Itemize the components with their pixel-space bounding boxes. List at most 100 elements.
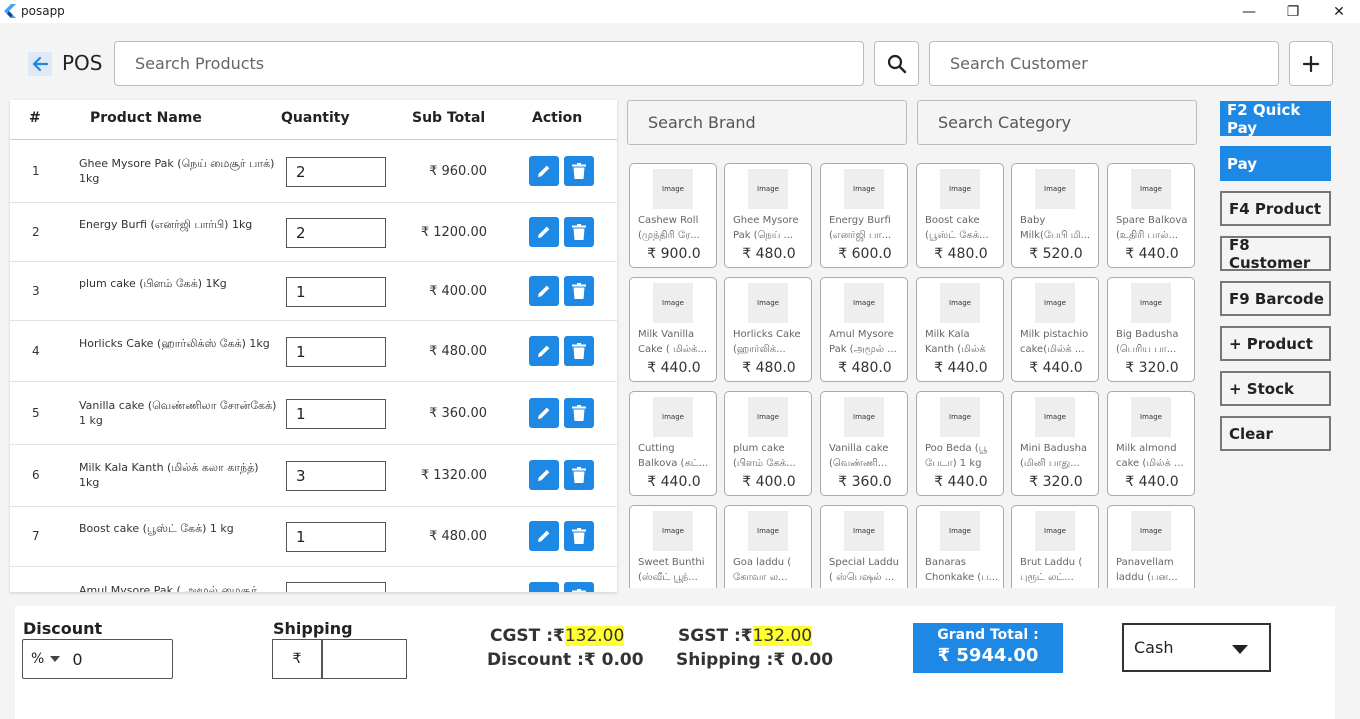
product-image-label: Image bbox=[1140, 413, 1162, 421]
product-card-name: Poo Beda (பூ பேடா) 1 kg bbox=[925, 443, 988, 469]
edit-button[interactable] bbox=[529, 460, 559, 490]
customer-search-input[interactable]: Search Customer bbox=[929, 41, 1279, 86]
product-card-name: Brut Laddu ( புரூட் லட்... bbox=[1020, 557, 1083, 583]
pay-button[interactable]: Pay bbox=[1220, 146, 1331, 181]
product-card[interactable]: Image Brut Laddu ( புரூட் லட்... bbox=[1011, 505, 1099, 588]
product-card[interactable]: Image Panavellam laddu (பன... bbox=[1107, 505, 1195, 588]
quantity-input[interactable]: 1 bbox=[286, 522, 386, 552]
product-card[interactable]: Image Baby Milk(பேபி மி... ₹ 520.0 bbox=[1011, 163, 1099, 268]
product-card-name: Spare Balkova (உதிரி பால்... bbox=[1116, 215, 1188, 241]
product-card-price: ₹ 440.0 bbox=[934, 474, 988, 490]
customer-button[interactable]: F8 Customer bbox=[1220, 236, 1331, 272]
minimize-button[interactable]: — bbox=[1226, 0, 1272, 23]
product-card-name: Horlicks Cake (ஹார்லிக்... bbox=[733, 329, 801, 355]
product-card[interactable]: Image Amul Mysore Pak (அமூல் ... ₹ 480.0 bbox=[820, 277, 908, 382]
product-image-label: Image bbox=[662, 299, 684, 307]
product-card[interactable]: Image Energy Burfi (எனர்ஜி பா... ₹ 600.0 bbox=[820, 163, 908, 268]
grand-total-label: Grand Total : bbox=[937, 627, 1039, 643]
delete-button[interactable] bbox=[564, 216, 594, 247]
product-image: Image bbox=[1035, 511, 1075, 551]
edit-button[interactable] bbox=[529, 216, 559, 247]
delete-button[interactable] bbox=[564, 521, 594, 551]
barcode-button[interactable]: F9 Barcode bbox=[1220, 281, 1331, 316]
product-image: Image bbox=[748, 169, 788, 209]
category-search-input[interactable]: Search Category bbox=[917, 100, 1197, 145]
edit-button[interactable] bbox=[529, 156, 559, 186]
pencil-icon bbox=[538, 407, 550, 419]
product-card[interactable]: Image Cashew Roll (முந்திரி ரே... ₹ 900.0 bbox=[629, 163, 717, 268]
product-card[interactable]: Image Sweet Bunthi (ஸ்வீட் பூந்... bbox=[629, 505, 717, 588]
delete-button[interactable] bbox=[564, 275, 594, 306]
product-image-label: Image bbox=[1044, 413, 1066, 421]
row-product-name: Milk Kala Kanth (மில்க் கலா காந்த்) 1kg bbox=[79, 461, 259, 489]
product-card[interactable]: Image Vanilla cake (வெண்ணி... ₹ 360.0 bbox=[820, 391, 908, 496]
product-card[interactable]: Image Milk Vanilla Cake ( மில்க்... ₹ 440.… bbox=[629, 277, 717, 382]
product-image: Image bbox=[940, 283, 980, 323]
quantity-input[interactable]: 1 bbox=[286, 337, 386, 367]
trash-icon bbox=[572, 589, 586, 592]
discount-input[interactable]: 0 bbox=[72, 650, 82, 669]
product-card-price: ₹ 440.0 bbox=[647, 474, 701, 490]
shipping-input[interactable] bbox=[322, 639, 407, 679]
quantity-input[interactable]: 3 bbox=[286, 461, 386, 491]
product-card[interactable]: Image Ghee Mysore Pak (நெய் ... ₹ 480.0 bbox=[724, 163, 812, 268]
product-image: Image bbox=[653, 397, 693, 437]
product-card-name: plum cake (பிளம் கேக்... bbox=[733, 443, 796, 469]
sgst-total: SGST :₹132.00 bbox=[678, 626, 813, 646]
close-button[interactable]: ✕ bbox=[1316, 0, 1360, 23]
add-product-button[interactable]: + Product bbox=[1220, 326, 1331, 361]
product-card[interactable]: Image Horlicks Cake (ஹார்லிக்... ₹ 480.0 bbox=[724, 277, 812, 382]
add-customer-button[interactable] bbox=[1289, 41, 1333, 86]
edit-button[interactable] bbox=[529, 275, 559, 306]
brand-search-input[interactable]: Search Brand bbox=[627, 100, 907, 145]
clear-button[interactable]: Clear bbox=[1220, 416, 1331, 451]
cgst-label: CGST :₹ bbox=[490, 626, 565, 646]
product-card[interactable]: Image Milk pistachio cake(மில்க் ... ₹ 440… bbox=[1011, 277, 1099, 382]
product-card[interactable]: Image Spare Balkova (உதிரி பால்... ₹ 440.0 bbox=[1107, 163, 1195, 268]
product-card-price: ₹ 900.0 bbox=[647, 246, 701, 262]
product-card[interactable]: Image Special Laddu ( ஸ்பெஷல் ... bbox=[820, 505, 908, 588]
product-card-name: Big Badusha (பெரிய பா... bbox=[1116, 329, 1179, 355]
payment-method-select[interactable]: Cash bbox=[1122, 623, 1271, 672]
product-card[interactable]: Image Banaras Chonkake (ப... bbox=[916, 505, 1004, 588]
product-card[interactable]: Image Poo Beda (பூ பேடா) 1 kg ₹ 440.0 bbox=[916, 391, 1004, 496]
product-card[interactable]: Image Milk almond cake (மில்க் ... ₹ 440.0 bbox=[1107, 391, 1195, 496]
edit-button[interactable] bbox=[529, 336, 559, 366]
product-card[interactable]: Image plum cake (பிளம் கேக்... ₹ 400.0 bbox=[724, 391, 812, 496]
product-card-price: ₹ 320.0 bbox=[1125, 360, 1179, 376]
edit-button[interactable] bbox=[529, 398, 559, 428]
product-card-name: Baby Milk(பேபி மி... bbox=[1020, 215, 1091, 241]
product-card[interactable]: Image Mini Badusha (மினி பாது... ₹ 320.0 bbox=[1011, 391, 1099, 496]
product-card-price: ₹ 440.0 bbox=[647, 360, 701, 376]
product-image-label: Image bbox=[949, 527, 971, 535]
edit-button[interactable] bbox=[529, 521, 559, 551]
quantity-input[interactable]: 1 bbox=[286, 399, 386, 429]
delete-button[interactable] bbox=[564, 336, 594, 366]
product-search-input[interactable]: Search Products bbox=[114, 41, 864, 86]
product-card[interactable]: Image Boost cake (பூஸ்ட் கேக்... ₹ 480.0 bbox=[916, 163, 1004, 268]
delete-button[interactable] bbox=[564, 398, 594, 428]
product-card[interactable]: Image Goa laddu ( கோவா ல... bbox=[724, 505, 812, 588]
product-image-label: Image bbox=[1140, 185, 1162, 193]
edit-button[interactable] bbox=[529, 582, 559, 592]
product-card-price: ₹ 440.0 bbox=[1125, 246, 1179, 262]
quantity-input[interactable]: 2 bbox=[286, 217, 386, 248]
product-card[interactable]: Image Cutting Balkova (கட்... ₹ 440.0 bbox=[629, 391, 717, 496]
quantity-input[interactable] bbox=[286, 582, 386, 592]
search-button[interactable] bbox=[874, 41, 919, 86]
restore-button[interactable]: ❐ bbox=[1270, 0, 1316, 23]
back-button[interactable] bbox=[28, 52, 52, 76]
quantity-input[interactable]: 1 bbox=[286, 276, 386, 307]
quantity-input[interactable]: 2 bbox=[286, 157, 386, 187]
delete-button[interactable] bbox=[564, 582, 594, 592]
product-card-price: ₹ 480.0 bbox=[838, 360, 892, 376]
quick-pay-button[interactable]: F2 Quick Pay bbox=[1220, 101, 1331, 137]
delete-button[interactable] bbox=[564, 156, 594, 186]
add-stock-button[interactable]: + Stock bbox=[1220, 371, 1331, 406]
product-card[interactable]: Image Big Badusha (பெரிய பா... ₹ 320.0 bbox=[1107, 277, 1195, 382]
product-image: Image bbox=[653, 283, 693, 323]
product-button[interactable]: F4 Product bbox=[1220, 191, 1331, 226]
discount-type-select[interactable]: % bbox=[31, 651, 44, 667]
product-card[interactable]: Image Milk Kala Kanth (மில்க் கலா... ₹ 440… bbox=[916, 277, 1004, 382]
delete-button[interactable] bbox=[564, 460, 594, 490]
